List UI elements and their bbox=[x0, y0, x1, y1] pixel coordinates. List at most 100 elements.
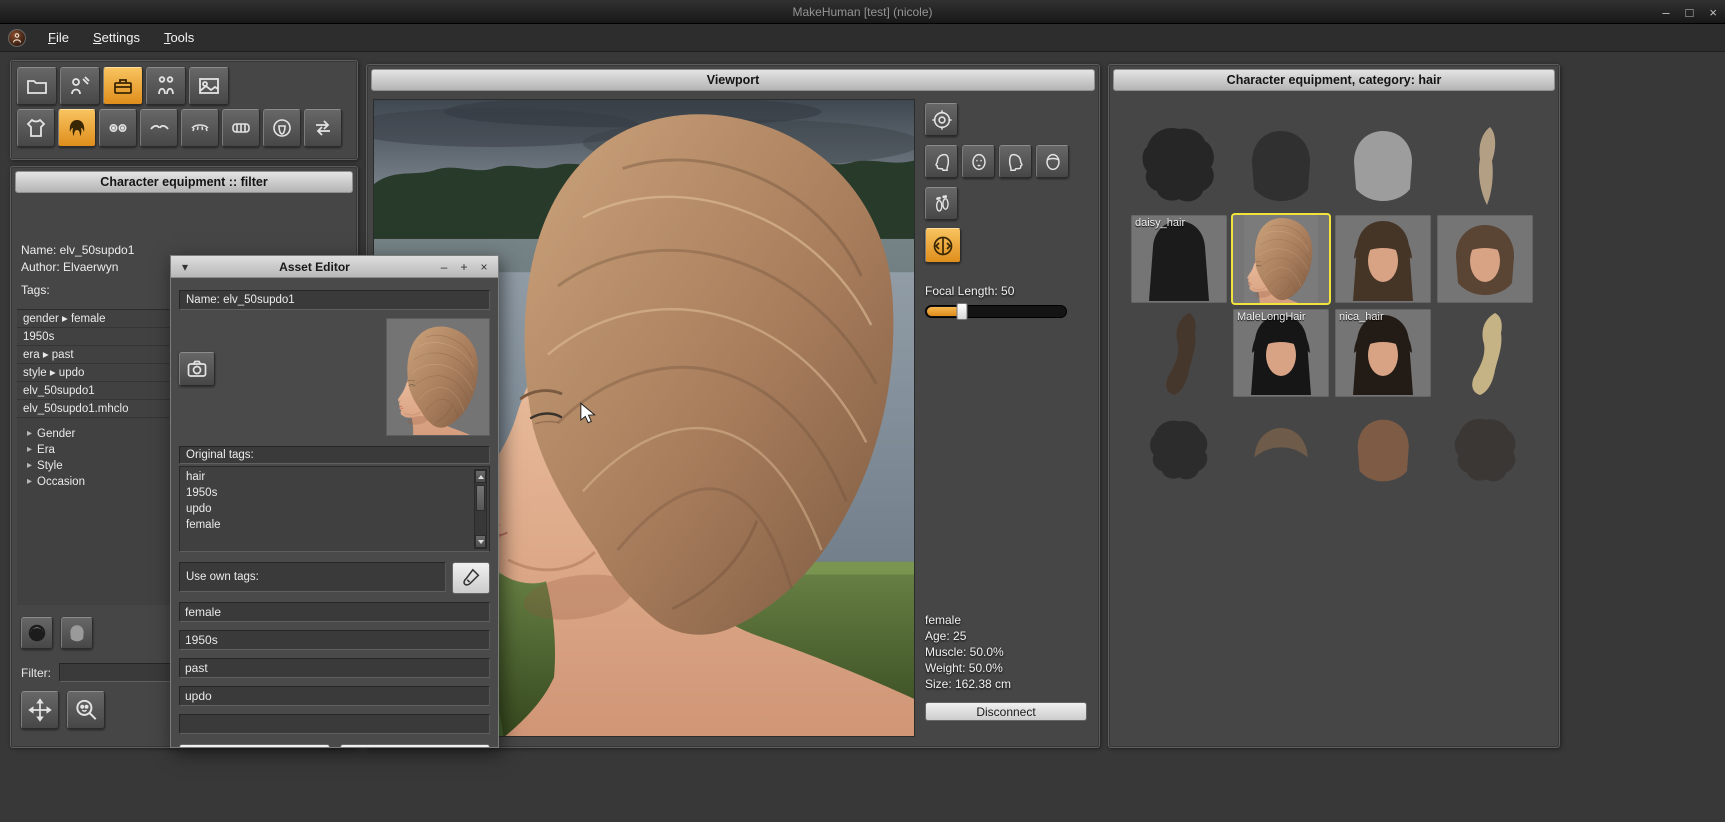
stat-muscle: Muscle: 50.0% bbox=[925, 644, 1089, 660]
expand-arrow-icon[interactable]: ▸ bbox=[27, 442, 32, 458]
tab-eyebrows[interactable] bbox=[140, 109, 178, 147]
disconnect-button[interactable]: Disconnect bbox=[925, 702, 1087, 721]
hair-thumbnail[interactable] bbox=[1131, 403, 1227, 491]
tree-item-occasion[interactable]: ▸ Occasion bbox=[17, 474, 186, 490]
scroll-down-icon[interactable] bbox=[475, 535, 486, 548]
tab-eyes[interactable] bbox=[99, 109, 137, 147]
expand-arrow-icon[interactable]: ▸ bbox=[27, 458, 32, 474]
own-tag-input-5[interactable] bbox=[179, 714, 490, 734]
own-tag-input-2[interactable] bbox=[179, 630, 490, 650]
tab-modelling[interactable] bbox=[60, 67, 100, 105]
tag-list-item[interactable]: gender ▸ female bbox=[17, 310, 186, 328]
capture-thumbnail-button[interactable] bbox=[179, 352, 215, 386]
tab-clothes[interactable] bbox=[17, 109, 55, 147]
hair-thumbnail[interactable] bbox=[1437, 309, 1533, 397]
menu-file[interactable]: File bbox=[38, 27, 79, 48]
save-button[interactable]: Save bbox=[179, 744, 330, 747]
tab-geometries[interactable] bbox=[103, 67, 143, 105]
shade-icon[interactable]: ▾ bbox=[177, 259, 193, 275]
tab-hair[interactable] bbox=[58, 109, 96, 147]
own-tag-input-1[interactable] bbox=[179, 602, 490, 622]
hair-thumbnail[interactable] bbox=[1437, 403, 1533, 491]
tab-pose[interactable] bbox=[146, 67, 186, 105]
close-icon[interactable]: × bbox=[476, 259, 492, 275]
move-tool-button[interactable] bbox=[21, 691, 59, 729]
tab-eyelashes[interactable] bbox=[181, 109, 219, 147]
equipment-panel-title: Character equipment, category: hair bbox=[1227, 73, 1442, 87]
figures-icon bbox=[154, 74, 178, 98]
hair-thumbnail[interactable] bbox=[1335, 215, 1431, 303]
swap-icon bbox=[311, 116, 335, 140]
teeth-icon bbox=[229, 116, 253, 140]
scrollbar-thumb[interactable] bbox=[476, 485, 485, 511]
tag-list-item[interactable]: era ▸ past bbox=[17, 346, 186, 364]
hair-thumbnail-malelonghair[interactable]: MaleLongHair bbox=[1233, 309, 1329, 397]
hair-thumbnail[interactable] bbox=[1131, 121, 1227, 209]
tab-files[interactable] bbox=[17, 67, 57, 105]
original-tag-item: hair bbox=[180, 469, 489, 485]
suitcase-icon bbox=[111, 74, 135, 98]
hair-thumb-image bbox=[1233, 403, 1329, 491]
symmetry-toggle-button[interactable] bbox=[925, 228, 961, 263]
maximize-icon[interactable]: □ bbox=[1686, 5, 1694, 20]
hair-thumb-label: nica_hair bbox=[1339, 311, 1384, 323]
tab-teeth[interactable] bbox=[222, 109, 260, 147]
makehuman-logo-icon bbox=[8, 29, 26, 47]
tag-list-item[interactable]: elv_50supdo1.mhclo bbox=[17, 400, 186, 418]
hair-thumbnail[interactable] bbox=[1335, 403, 1431, 491]
tree-item-label: Occasion bbox=[37, 474, 85, 490]
own-tag-input-4[interactable] bbox=[179, 686, 490, 706]
hair-thumbnail[interactable] bbox=[1335, 121, 1431, 209]
tree-item-style[interactable]: ▸ Style bbox=[17, 458, 186, 474]
tab-rendering[interactable] bbox=[189, 67, 229, 105]
focal-length-slider[interactable] bbox=[925, 305, 1067, 318]
tab-proxy[interactable] bbox=[304, 109, 342, 147]
filter-row: Filter: bbox=[21, 663, 171, 682]
tab-tongue[interactable] bbox=[263, 109, 301, 147]
cancel-button[interactable]: Cancel bbox=[340, 744, 491, 747]
mini-hair-thumb-1[interactable] bbox=[21, 617, 53, 649]
tree-item-era[interactable]: ▸ Era bbox=[17, 442, 186, 458]
hair-thumbnail-nica[interactable]: nica_hair bbox=[1335, 309, 1431, 397]
orbit-view-button[interactable] bbox=[925, 103, 958, 136]
tags-scrollbar[interactable] bbox=[474, 469, 487, 549]
minimize-icon[interactable]: – bbox=[436, 259, 452, 275]
menu-tools[interactable]: Tools bbox=[154, 27, 204, 48]
hair-thumbnail[interactable] bbox=[1437, 121, 1533, 209]
hair-thumb-image bbox=[1335, 215, 1431, 303]
hair-thumbnail[interactable] bbox=[1233, 403, 1329, 491]
clear-tags-button[interactable] bbox=[452, 562, 490, 594]
tag-list-item[interactable]: 1950s bbox=[17, 328, 186, 346]
hair-thumbnail[interactable] bbox=[1131, 309, 1227, 397]
inspect-tool-button[interactable] bbox=[67, 691, 105, 729]
menu-settings[interactable]: Settings bbox=[83, 27, 150, 48]
tag-list-item[interactable]: style ▸ updo bbox=[17, 364, 186, 382]
toolbar-row-2 bbox=[17, 109, 351, 147]
maximize-icon[interactable]: + bbox=[456, 259, 472, 275]
hair-thumbnail-daisy[interactable]: daisy_hair bbox=[1131, 215, 1227, 303]
expand-arrow-icon[interactable]: ▸ bbox=[27, 426, 32, 442]
own-tag-input-3[interactable] bbox=[179, 658, 490, 678]
head-right-view-button[interactable] bbox=[999, 145, 1032, 178]
viewport-controls: Focal Length: 50 female Age: 25 Muscle: … bbox=[915, 99, 1093, 737]
feet-view-button[interactable] bbox=[925, 187, 958, 220]
hair-thumbnail-selected[interactable] bbox=[1233, 215, 1329, 303]
filter-input[interactable] bbox=[59, 663, 171, 682]
hair-thumbnail[interactable] bbox=[1437, 215, 1533, 303]
close-icon[interactable]: × bbox=[1709, 5, 1717, 20]
hair-thumbnail[interactable] bbox=[1233, 121, 1329, 209]
eyebrows-icon bbox=[147, 116, 171, 140]
expand-arrow-icon[interactable]: ▸ bbox=[27, 474, 32, 490]
tree-item-gender[interactable]: ▸ Gender bbox=[17, 426, 186, 442]
minimize-icon[interactable]: – bbox=[1662, 5, 1669, 20]
head-left-view-button[interactable] bbox=[925, 145, 958, 178]
focal-slider-handle[interactable] bbox=[957, 303, 968, 320]
tag-list-item[interactable]: elv_50supdo1 bbox=[17, 382, 186, 400]
head-back-view-button[interactable] bbox=[1036, 145, 1069, 178]
original-tag-item: 1950s bbox=[180, 485, 489, 501]
head-front-view-button[interactable] bbox=[962, 145, 995, 178]
mini-hair-thumb-2[interactable] bbox=[61, 617, 93, 649]
hair-thumb-image bbox=[1233, 121, 1329, 209]
asset-editor-titlebar[interactable]: ▾ Asset Editor – + × bbox=[171, 256, 498, 278]
scroll-up-icon[interactable] bbox=[475, 470, 486, 483]
